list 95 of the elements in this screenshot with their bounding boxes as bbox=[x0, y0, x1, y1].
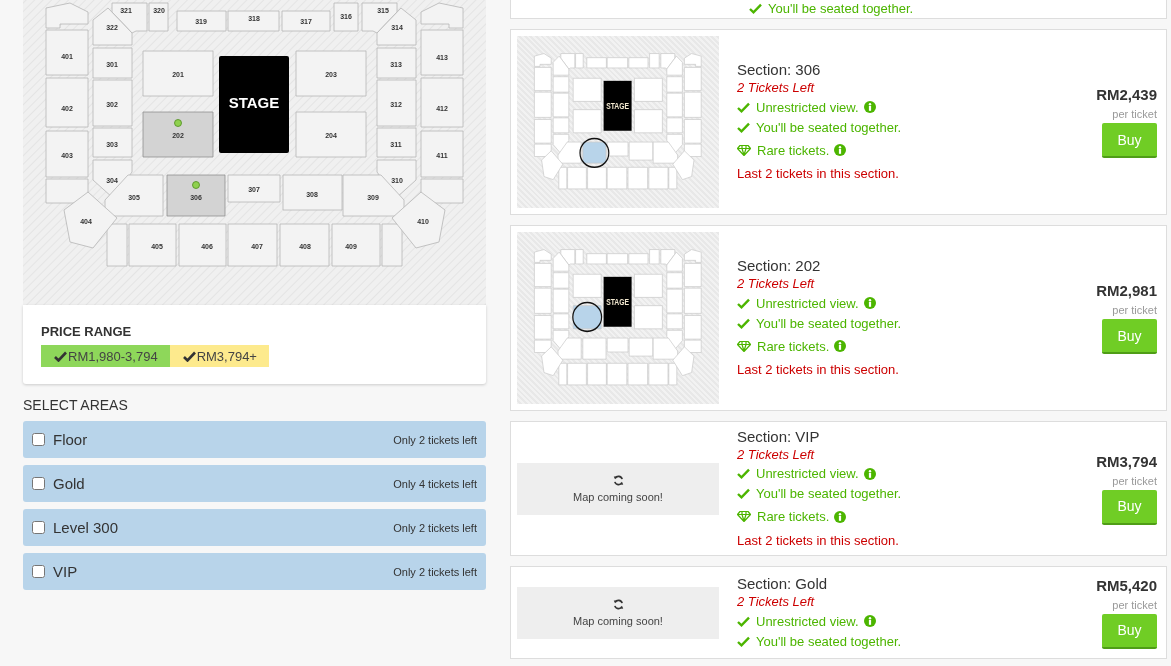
availability-text: Only 2 tickets left bbox=[393, 521, 477, 534]
feature-text: Rare tickets. bbox=[757, 142, 830, 158]
ticket-price: RM2,981 bbox=[1096, 282, 1157, 299]
check-icon bbox=[737, 317, 750, 329]
seat-block bbox=[668, 362, 678, 386]
seat-block bbox=[420, 2, 464, 29]
seat-block bbox=[106, 223, 128, 267]
check-icon bbox=[182, 350, 196, 362]
tickets-left: 2 Tickets Left bbox=[737, 79, 816, 97]
price-unit: per ticket bbox=[1112, 474, 1157, 487]
area-option[interactable]: Level 300 Only 2 tickets left bbox=[23, 509, 486, 546]
area-checkbox[interactable] bbox=[32, 565, 45, 578]
check-icon bbox=[737, 488, 750, 499]
info-icon[interactable] bbox=[834, 144, 847, 156]
refresh-icon bbox=[612, 474, 624, 486]
stage: STAGE bbox=[603, 80, 632, 131]
warning-text: Last 2 tickets in this section. bbox=[737, 165, 900, 183]
seat-block bbox=[558, 166, 568, 190]
section-title: Section: 306 bbox=[737, 60, 822, 79]
feature-text: You'll be seated together. bbox=[756, 315, 902, 331]
seat-block bbox=[534, 143, 552, 157]
check-icon bbox=[737, 468, 750, 479]
price-unit: per ticket bbox=[1112, 304, 1157, 316]
info-icon[interactable] bbox=[834, 340, 847, 352]
availability-text: Only 4 tickets left bbox=[393, 477, 477, 490]
tickets-left: 2 Tickets Left bbox=[737, 445, 816, 464]
area-name: Level 300 bbox=[53, 519, 120, 536]
info-icon[interactable] bbox=[863, 615, 876, 627]
refresh-icon bbox=[612, 598, 624, 610]
seat-block bbox=[45, 178, 89, 204]
feature-text: Rare tickets. bbox=[757, 338, 830, 354]
seat-block bbox=[45, 2, 89, 29]
check-icon bbox=[737, 297, 750, 309]
ticket-price: RM2,439 bbox=[1096, 86, 1157, 103]
diamond-icon bbox=[737, 511, 751, 522]
info-icon[interactable] bbox=[834, 510, 847, 523]
price-filter-chip[interactable]: RM1,980-3,794 bbox=[41, 345, 170, 367]
feature-text: You'll be seated together. bbox=[756, 486, 902, 501]
seat-block bbox=[558, 362, 568, 386]
check-icon bbox=[54, 350, 67, 362]
ticket-price: RM5,420 bbox=[1096, 576, 1157, 594]
feature-text: You'll be seated together. bbox=[756, 119, 902, 135]
area-name: VIP bbox=[53, 563, 79, 580]
warning-text: Last 2 tickets in this section. bbox=[737, 531, 900, 550]
seat-block bbox=[684, 249, 702, 263]
price-filter-chip[interactable]: RM3,794+ bbox=[169, 345, 269, 367]
info-icon[interactable] bbox=[863, 297, 876, 309]
price-unit: per ticket bbox=[1112, 598, 1157, 611]
price-range-title: PRICE RANGE bbox=[41, 324, 133, 339]
area-checkbox[interactable] bbox=[32, 477, 45, 490]
feature-text: Rare tickets. bbox=[757, 509, 830, 524]
seat-block bbox=[381, 223, 403, 267]
stage: STAGE bbox=[603, 276, 632, 327]
info-icon[interactable] bbox=[863, 101, 876, 113]
section-title: Section: VIP bbox=[737, 426, 821, 446]
feature-text: Unrestricted view. bbox=[756, 613, 859, 629]
check-icon bbox=[737, 101, 750, 113]
feature-text: You'll be seated together. bbox=[768, 0, 914, 16]
area-option[interactable]: Gold Only 4 tickets left bbox=[23, 465, 486, 502]
check-icon bbox=[737, 121, 750, 133]
check-icon bbox=[749, 2, 762, 14]
diamond-icon bbox=[737, 144, 751, 156]
tickets-left: 2 Tickets Left bbox=[737, 275, 816, 293]
feature-text: Unrestricted view. bbox=[756, 99, 859, 115]
feature-text: Unrestricted view. bbox=[756, 466, 859, 481]
seat-block bbox=[534, 339, 552, 353]
area-option[interactable]: VIP Only 2 tickets left bbox=[23, 553, 486, 590]
area-name: Floor bbox=[53, 431, 89, 448]
seat-block bbox=[534, 53, 552, 67]
area-checkbox[interactable] bbox=[32, 433, 45, 446]
feature-text: You'll be seated together. bbox=[756, 633, 902, 649]
feature-text: Unrestricted view. bbox=[756, 295, 859, 311]
ticket-price: RM3,794 bbox=[1096, 452, 1157, 470]
select-areas-title: SELECT AREAS bbox=[23, 397, 129, 413]
tickets-left: 2 Tickets Left bbox=[737, 593, 816, 611]
seat-block bbox=[668, 166, 678, 190]
area-option[interactable]: Floor Only 2 tickets left bbox=[23, 421, 486, 458]
price-unit: per ticket bbox=[1112, 108, 1157, 120]
availability-text: Only 2 tickets left bbox=[393, 433, 477, 446]
stage: STAGE bbox=[219, 56, 289, 153]
warning-text: Last 2 tickets in this section. bbox=[737, 361, 900, 379]
seat-block bbox=[534, 249, 552, 263]
section-title: Section: Gold bbox=[737, 574, 829, 593]
section-title: Section: 202 bbox=[737, 256, 822, 275]
placeholder-text: Map coming soon! bbox=[573, 614, 663, 627]
seat-block bbox=[420, 178, 464, 204]
info-icon[interactable] bbox=[863, 467, 876, 480]
area-checkbox[interactable] bbox=[32, 521, 45, 534]
seat-block bbox=[684, 53, 702, 67]
check-icon bbox=[737, 635, 750, 647]
placeholder-text: Map coming soon! bbox=[573, 490, 663, 503]
diamond-icon bbox=[737, 340, 751, 352]
check-icon bbox=[737, 615, 750, 627]
availability-text: Only 2 tickets left bbox=[393, 565, 477, 578]
area-name: Gold bbox=[53, 475, 86, 492]
